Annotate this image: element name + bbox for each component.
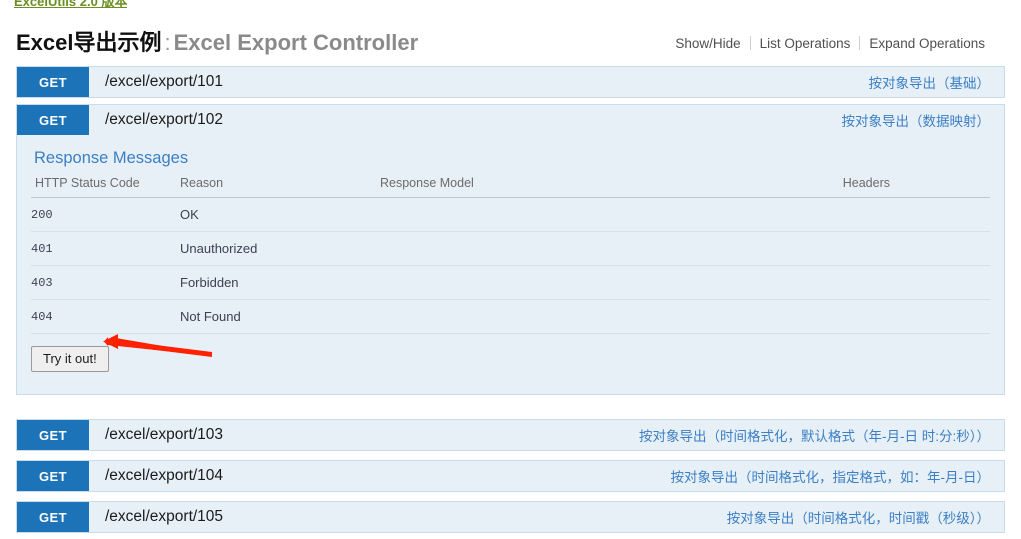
column-header-status-code: HTTP Status Code xyxy=(31,176,180,198)
operation-path[interactable]: /excel/export/101 xyxy=(89,67,223,97)
operation-path[interactable]: /excel/export/104 xyxy=(89,461,223,491)
cell-status-code: 200 xyxy=(31,197,180,232)
method-badge-get: GET xyxy=(17,105,89,135)
cell-response-model xyxy=(380,197,618,232)
operation-body: Response Messages HTTP Status Code Reaso… xyxy=(17,135,1004,394)
operation-description[interactable]: 按对象导出（基础） xyxy=(223,67,1004,97)
operation-excel-export-102[interactable]: GET /excel/export/102 按对象导出（数据映射） Respon… xyxy=(16,104,1005,395)
cell-status-code: 403 xyxy=(31,265,180,300)
try-it-out-row: Try it out! xyxy=(31,346,990,372)
cell-reason: OK xyxy=(180,197,380,232)
try-it-out-button[interactable]: Try it out! xyxy=(31,346,109,372)
operation-path[interactable]: /excel/export/103 xyxy=(89,420,223,450)
method-badge-get: GET xyxy=(17,420,89,450)
expand-operations-link[interactable]: Expand Operations xyxy=(860,36,994,51)
operation-excel-export-103[interactable]: GET /excel/export/103 按对象导出（时间格式化，默认格式（年… xyxy=(16,419,1005,451)
operation-description[interactable]: 按对象导出（时间格式化，默认格式（年-月-日 时:分:秒）） xyxy=(223,420,1004,450)
cell-response-model xyxy=(380,265,618,300)
resource-name: Excel导出示例 xyxy=(16,30,162,55)
title-separator: : xyxy=(164,30,171,55)
table-row: 403 Forbidden xyxy=(31,265,990,300)
operation-path[interactable]: /excel/export/105 xyxy=(89,502,223,532)
method-badge-get: GET xyxy=(17,461,89,491)
column-header-response-model: Response Model xyxy=(380,176,618,198)
resource-header: Excel导出示例: Excel Export Controller Show/H… xyxy=(16,28,1005,62)
operation-header[interactable]: GET /excel/export/103 按对象导出（时间格式化，默认格式（年… xyxy=(17,420,1004,450)
cell-response-model xyxy=(380,231,618,266)
table-row: 404 Not Found xyxy=(31,299,990,334)
cell-reason: Forbidden xyxy=(180,265,380,300)
response-messages-title: Response Messages xyxy=(34,149,189,167)
cell-reason: Unauthorized xyxy=(180,231,380,266)
cell-response-model xyxy=(380,299,618,334)
operation-header[interactable]: GET /excel/export/104 按对象导出（时间格式化，指定格式，如… xyxy=(17,461,1004,491)
table-row: 401 Unauthorized xyxy=(31,231,990,266)
cell-headers xyxy=(617,197,990,232)
operation-excel-export-104[interactable]: GET /excel/export/104 按对象导出（时间格式化，指定格式，如… xyxy=(16,460,1005,492)
operation-excel-export-101[interactable]: GET /excel/export/101 按对象导出（基础） xyxy=(16,66,1005,98)
resource-options: Show/Hide List Operations Expand Operation… xyxy=(666,34,994,54)
column-header-headers: Headers xyxy=(617,176,990,198)
page-title: Excel导出示例: Excel Export Controller xyxy=(16,28,418,58)
cell-headers xyxy=(617,265,990,300)
cell-reason: Not Found xyxy=(180,299,380,334)
list-operations-link[interactable]: List Operations xyxy=(751,36,860,51)
show-hide-link[interactable]: Show/Hide xyxy=(666,36,749,51)
resource-description: Excel Export Controller xyxy=(173,30,419,55)
cell-status-code: 404 xyxy=(31,299,180,334)
cell-status-code: 401 xyxy=(31,231,180,266)
operation-header[interactable]: GET /excel/export/102 按对象导出（数据映射） xyxy=(17,105,1004,135)
swagger-resource-block: Excel导出示例: Excel Export Controller Show/H… xyxy=(0,0,1021,539)
operation-excel-export-105[interactable]: GET /excel/export/105 按对象导出（时间格式化，时间戳（秒级… xyxy=(16,501,1005,533)
cell-headers xyxy=(617,231,990,266)
operation-description[interactable]: 按对象导出（时间格式化，指定格式，如：年-月-日） xyxy=(223,461,1004,491)
column-header-reason: Reason xyxy=(180,176,380,198)
response-messages-table: HTTP Status Code Reason Response Model H… xyxy=(31,176,990,334)
operation-path[interactable]: /excel/export/102 xyxy=(89,105,223,135)
cell-headers xyxy=(617,299,990,334)
table-header-row: HTTP Status Code Reason Response Model H… xyxy=(31,176,990,198)
method-badge-get: GET xyxy=(17,67,89,97)
operation-header[interactable]: GET /excel/export/101 按对象导出（基础） xyxy=(17,67,1004,97)
operation-header[interactable]: GET /excel/export/105 按对象导出（时间格式化，时间戳（秒级… xyxy=(17,502,1004,532)
method-badge-get: GET xyxy=(17,502,89,532)
table-row: 200 OK xyxy=(31,197,990,232)
operation-description[interactable]: 按对象导出（时间格式化，时间戳（秒级）） xyxy=(223,502,1004,532)
operation-description[interactable]: 按对象导出（数据映射） xyxy=(223,105,1004,135)
